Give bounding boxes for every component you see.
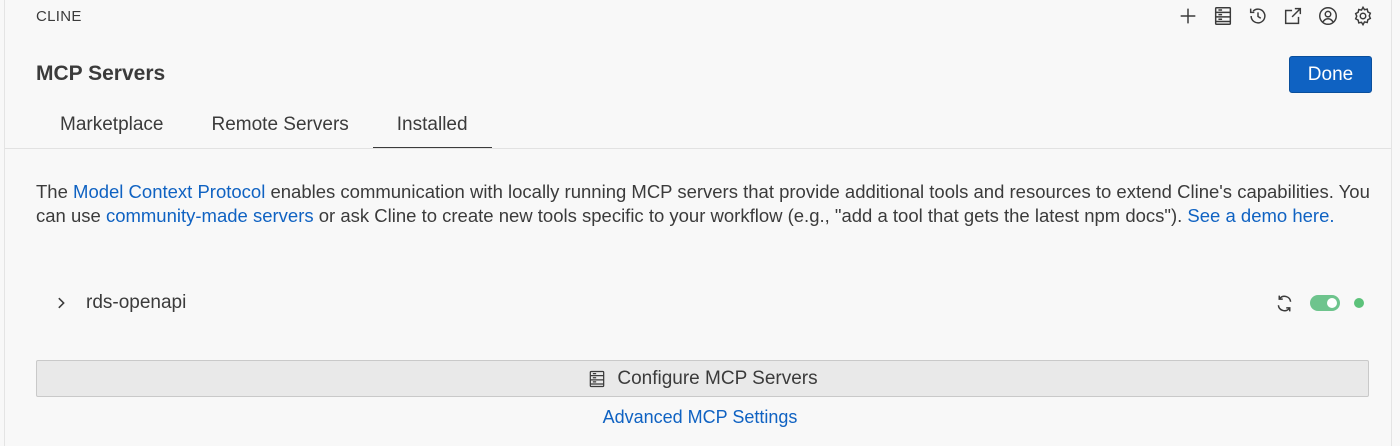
configure-label: Configure MCP Servers bbox=[617, 367, 818, 389]
app-title: CLINE bbox=[36, 8, 82, 25]
server-name: rds-openapi bbox=[86, 292, 187, 313]
toolbar bbox=[1175, 2, 1375, 30]
server-controls bbox=[1272, 291, 1376, 315]
server-icon bbox=[590, 370, 605, 387]
restart-server-button[interactable] bbox=[1272, 291, 1296, 315]
server-icon bbox=[1214, 7, 1231, 25]
account-icon bbox=[1318, 7, 1337, 25]
plus-icon bbox=[1180, 8, 1195, 24]
server-enabled-toggle[interactable] bbox=[1310, 295, 1340, 311]
description-part-1: The bbox=[36, 181, 74, 202]
configure-mcp-servers-button[interactable]: Configure MCP Servers bbox=[36, 360, 1369, 397]
advanced-mcp-settings-link[interactable]: Advanced MCP Settings bbox=[0, 407, 1400, 428]
gear-icon bbox=[1354, 5, 1371, 27]
expand-server-button[interactable] bbox=[48, 290, 74, 316]
description-part-3: or ask Cline to create new tools specifi… bbox=[313, 205, 1188, 226]
chevron-right-icon bbox=[58, 297, 65, 309]
page-title: MCP Servers bbox=[36, 62, 166, 85]
server-status-dot bbox=[1354, 298, 1364, 308]
account-button[interactable] bbox=[1315, 4, 1340, 29]
server-row[interactable]: rds-openapi bbox=[36, 286, 1376, 320]
history-icon bbox=[1249, 8, 1266, 24]
popout-button[interactable] bbox=[1280, 4, 1305, 29]
toggle-knob bbox=[1327, 298, 1337, 308]
description-text: The Model Context Protocol enables commu… bbox=[36, 180, 1376, 228]
done-button[interactable]: Done bbox=[1289, 56, 1372, 93]
history-button[interactable] bbox=[1245, 4, 1270, 29]
tab-remote-servers[interactable]: Remote Servers bbox=[188, 102, 373, 149]
settings-button[interactable] bbox=[1350, 4, 1375, 29]
popout-icon bbox=[1284, 7, 1301, 25]
tab-installed[interactable]: Installed bbox=[372, 102, 492, 149]
model-context-protocol-link[interactable]: Model Context Protocol bbox=[73, 181, 265, 202]
tab-marketplace[interactable]: Marketplace bbox=[36, 102, 188, 149]
community-servers-link[interactable]: community-made servers bbox=[106, 205, 314, 226]
new-task-button[interactable] bbox=[1175, 4, 1200, 29]
tab-bar: Marketplace Remote Servers Installed bbox=[36, 102, 492, 149]
mcp-servers-button[interactable] bbox=[1210, 4, 1235, 29]
cline-panel: CLINE MCP Servers Done Marketplace Remot… bbox=[4, 0, 1392, 446]
tabs-divider bbox=[5, 148, 1391, 149]
demo-link[interactable]: See a demo here. bbox=[1187, 205, 1334, 226]
sync-icon bbox=[1277, 295, 1291, 311]
